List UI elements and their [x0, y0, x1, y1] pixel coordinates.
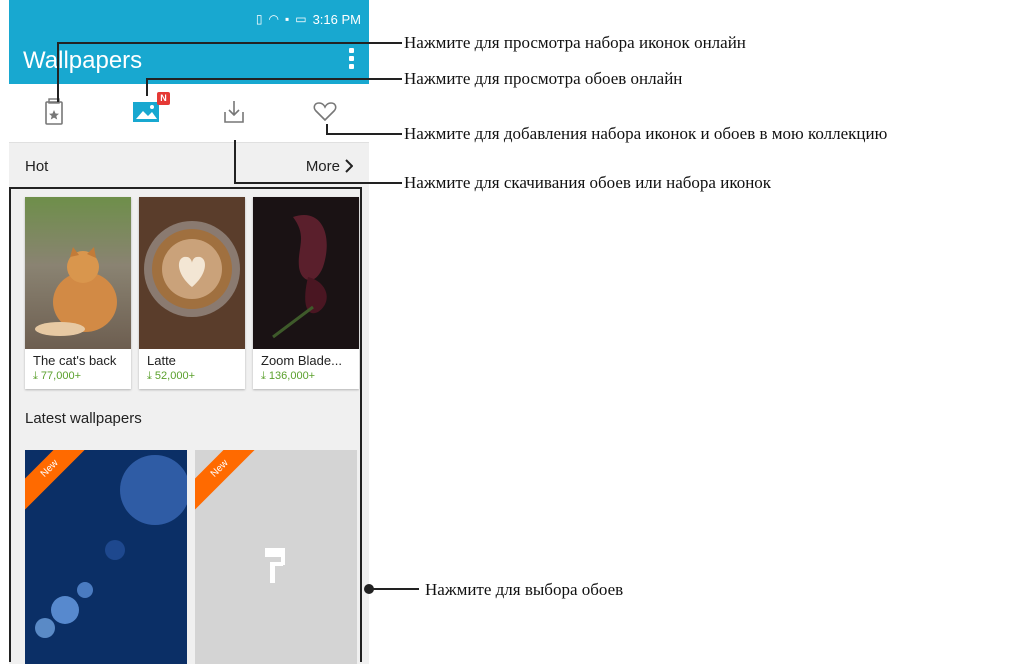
callout-line: [57, 42, 59, 102]
card-title: Zoom Blade...: [261, 353, 342, 368]
callout-line: [326, 133, 402, 135]
callout-download: Нажмите для скачивания обоев или набора …: [404, 173, 772, 192]
wallpaper-card[interactable]: Zoom Blade... ⤓ 136,000+: [253, 197, 359, 389]
download-count: ⤓ 52,000+: [147, 370, 195, 382]
sim-icon: ▪: [284, 12, 290, 26]
download-count-value: 136,000+: [268, 370, 316, 382]
download-count-value: 77,000+: [40, 370, 81, 382]
more-link[interactable]: More: [306, 158, 353, 175]
wallpaper-thumbnail-zoom-blade: [253, 197, 359, 349]
card-title: Latte: [147, 353, 176, 368]
download-count: ⤓ 136,000+: [261, 370, 316, 382]
new-badge: N: [157, 92, 170, 105]
wallpaper-icon: [133, 102, 159, 122]
battery-icon: ▭: [295, 12, 307, 26]
card-title: The cat's back: [33, 353, 117, 368]
download-count-value: 52,000+: [154, 370, 195, 382]
latest-wallpaper-item[interactable]: New: [25, 450, 187, 664]
wallpaper-thumbnail-cat: [25, 197, 131, 349]
hot-label: Hot: [25, 157, 49, 175]
download-icon: [224, 101, 244, 123]
latest-wallpapers-title: Latest wallpapers: [25, 410, 142, 427]
more-label: More: [305, 157, 340, 175]
callout-wallpapers: Нажмите для просмотра обоев онлайн: [404, 69, 683, 88]
overflow-menu-icon[interactable]: [349, 48, 355, 70]
icon-pack-icon: [45, 98, 63, 125]
callout-line: [146, 78, 148, 96]
callout-line: [57, 42, 402, 44]
wallpaper-thumbnail-latte: [139, 197, 245, 349]
tab-wallpapers[interactable]: N: [99, 84, 189, 142]
callout-line: [369, 588, 419, 590]
tab-bar: N: [9, 84, 369, 143]
latest-wallpaper-item[interactable]: New: [195, 450, 357, 664]
callout-icon-packs: Нажмите для просмотра набора иконок онла…: [404, 33, 746, 52]
tab-downloads[interactable]: [189, 84, 279, 142]
callout-line: [234, 182, 402, 184]
callout-line: [234, 140, 236, 183]
status-time: 3:16 PM: [312, 11, 361, 27]
wallpaper-card[interactable]: Latte ⤓ 52,000+: [139, 197, 245, 389]
wifi-icon: ◠: [268, 12, 279, 26]
chevron-right-icon: [345, 159, 353, 173]
callout-collection: Нажмите для добавления набора иконок и о…: [404, 124, 888, 143]
status-bar: ▯ ◠ ▪ ▭ 3:16 PM: [9, 0, 369, 38]
callout-line: [146, 78, 402, 80]
tab-icon-packs[interactable]: [9, 84, 99, 142]
download-count: ⤓ 77,000+: [33, 370, 81, 382]
vibrate-icon: ▯: [255, 12, 263, 26]
callout-dot: [364, 584, 374, 594]
callout-select: Нажмите для выбора обоев: [425, 580, 624, 599]
phone-screen: ▯ ◠ ▪ ▭ 3:16 PM Wallpapers N Hot More Th…: [9, 0, 369, 664]
heart-icon: [313, 102, 337, 122]
wallpaper-card[interactable]: The cat's back ⤓ 77,000+: [25, 197, 131, 389]
page-title: Wallpapers: [23, 47, 143, 74]
